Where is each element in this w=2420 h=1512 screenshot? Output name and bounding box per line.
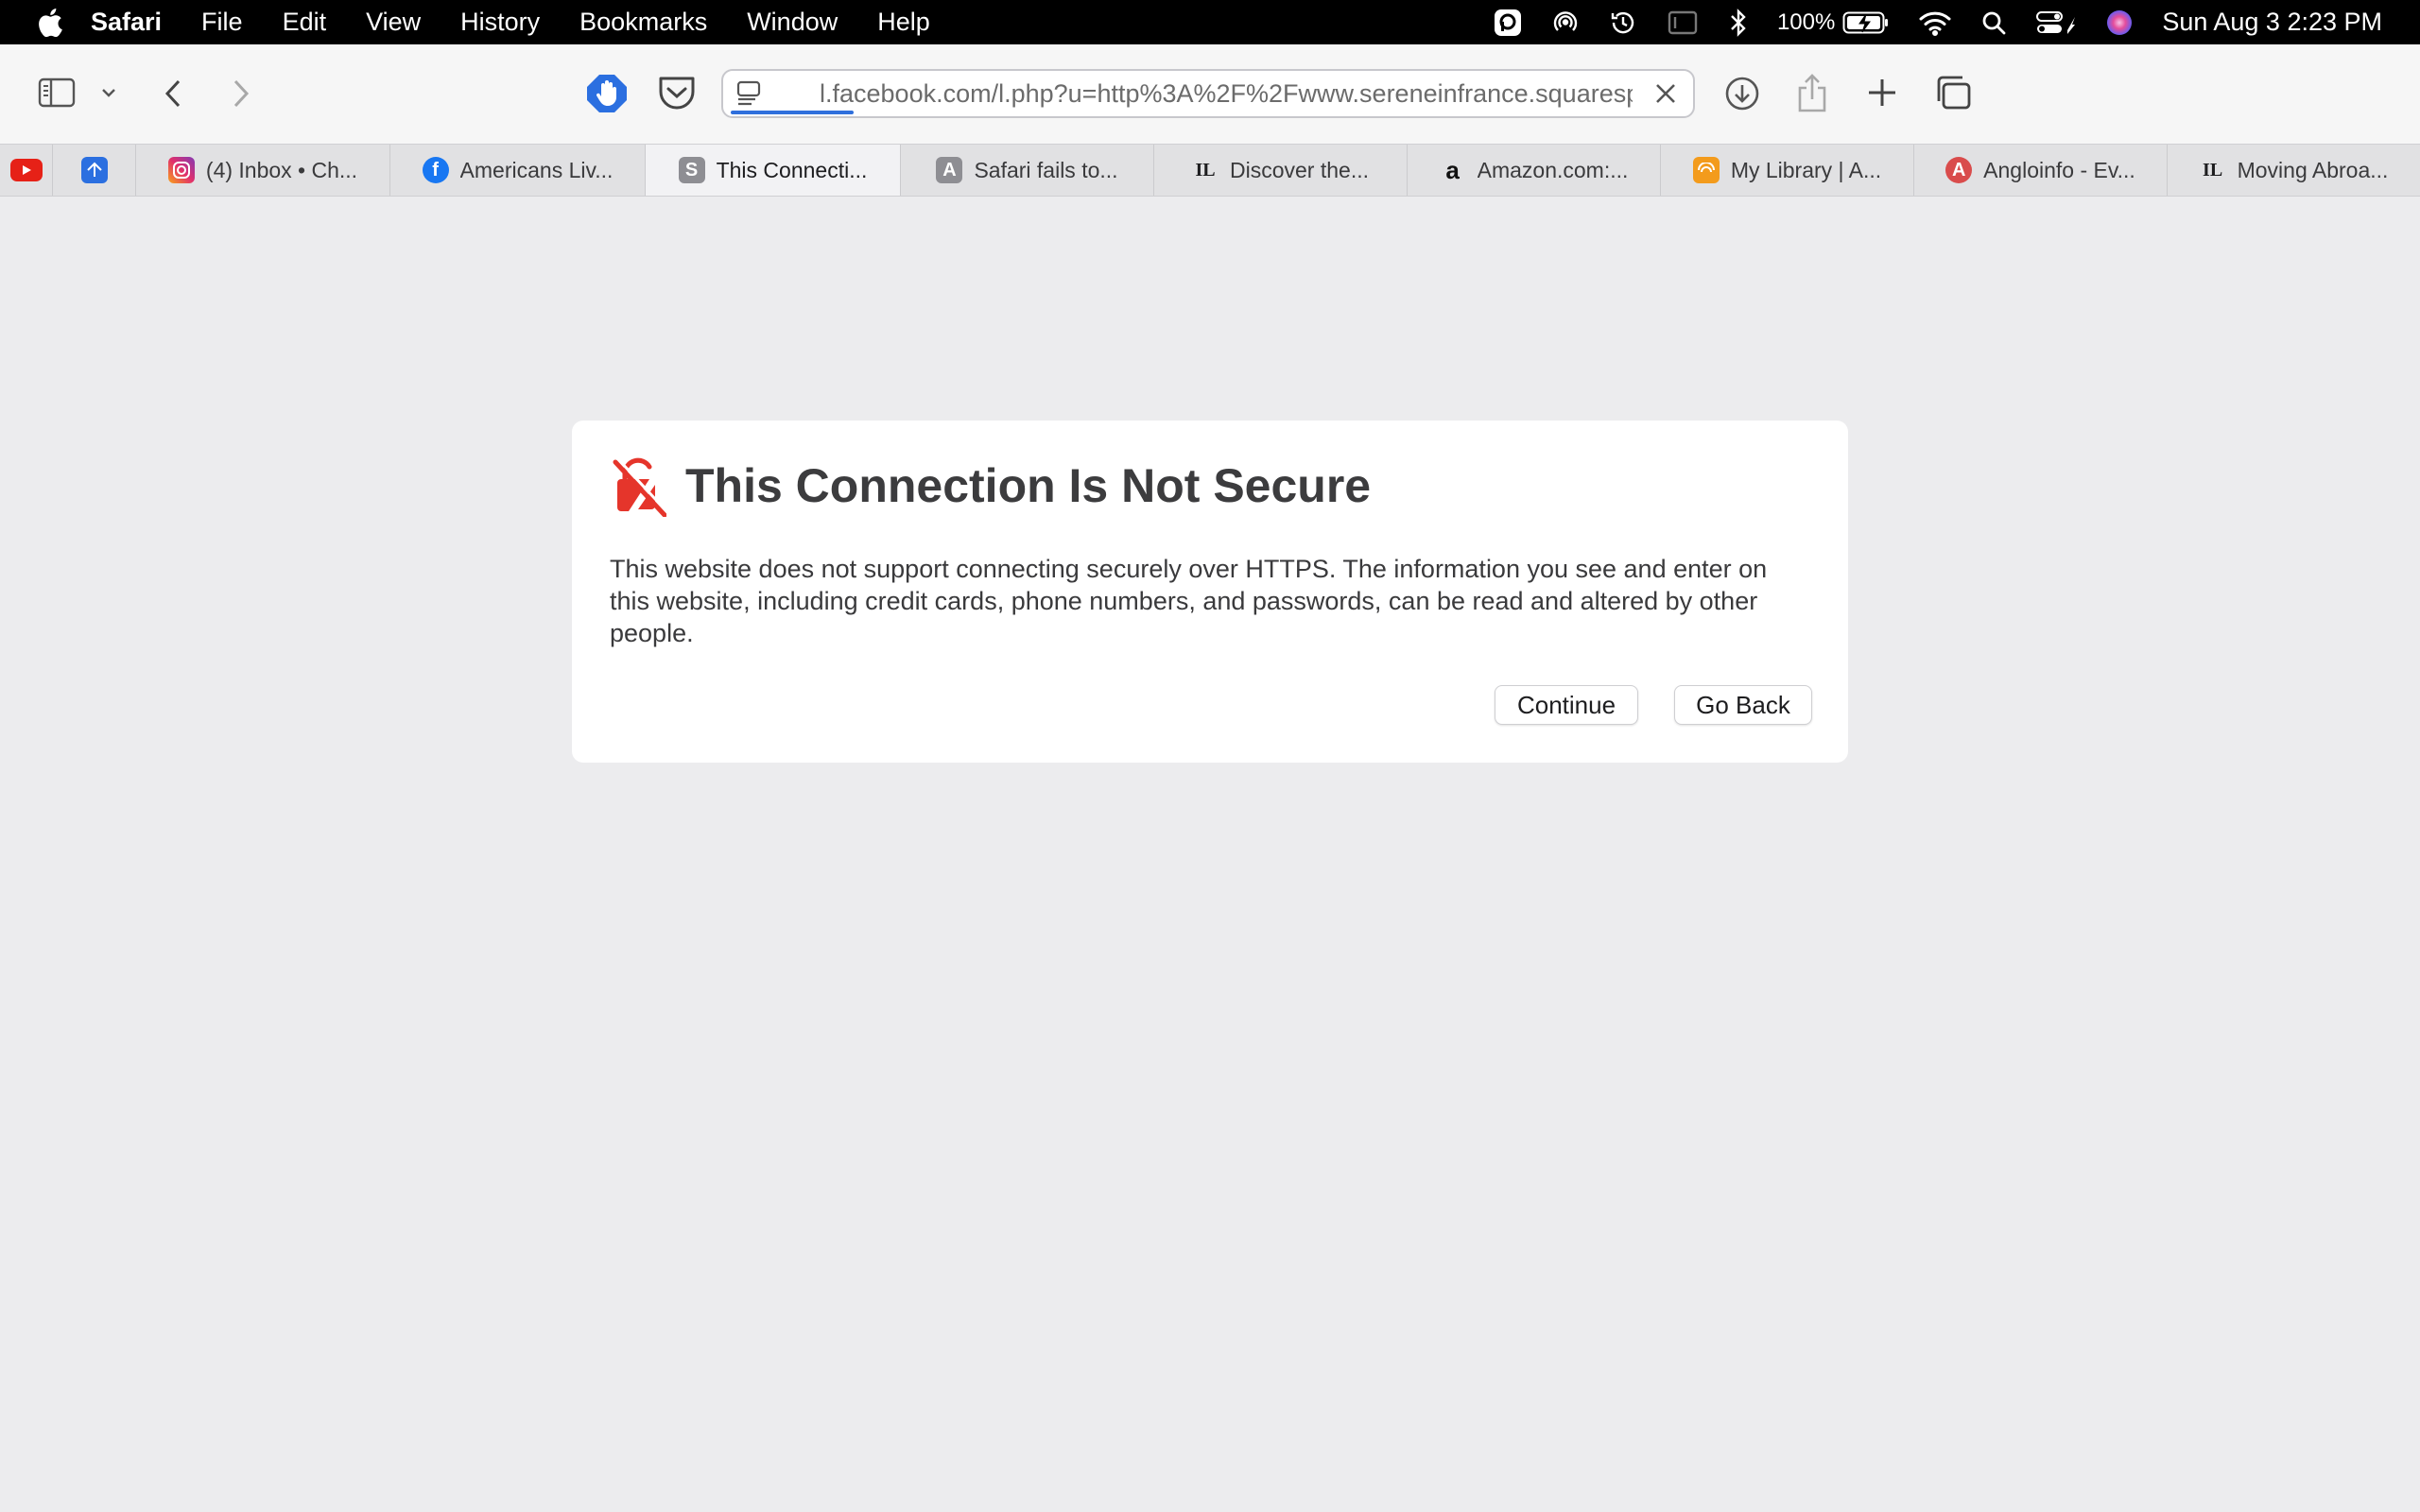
menu-app-safari[interactable]: Safari [91, 8, 162, 37]
adblock-hand-icon[interactable] [586, 74, 628, 113]
tab-angloinfo[interactable]: A Angloinfo - Ev... [1914, 145, 2168, 196]
menubar-clock[interactable]: Sun Aug 3 2:23 PM [2162, 8, 2382, 37]
tab-label: Amazon.com:... [1477, 157, 1629, 182]
menu-view[interactable]: View [366, 8, 421, 37]
tab-moving-abroad[interactable]: IL Moving Abroa... [2168, 145, 2420, 196]
bluetooth-icon[interactable] [1728, 8, 1749, 38]
siri-icon[interactable] [2105, 9, 2134, 37]
screen-mirroring-icon[interactable] [1666, 9, 1700, 36]
tab-discover[interactable]: IL Discover the... [1154, 145, 1408, 196]
tab-label: Moving Abroa... [2237, 157, 2389, 182]
pocket-icon[interactable] [657, 75, 697, 112]
tab-youtube[interactable] [0, 145, 53, 196]
menu-help[interactable]: Help [877, 8, 930, 37]
tab-label: (4) Inbox • Ch... [205, 157, 358, 182]
chevron-down-icon[interactable] [100, 86, 117, 99]
tab-label: My Library | A... [1730, 157, 1882, 182]
spotlight-search-icon[interactable] [1980, 9, 2007, 36]
browser-toolbar: l.facebook.com/l.php?u=http%3A%2F%2Fwww.… [0, 44, 2420, 144]
time-machine-icon[interactable] [1609, 9, 1637, 37]
tab-overview-icon[interactable] [1934, 75, 1972, 111]
app-icon [80, 157, 108, 183]
stop-loading-icon[interactable] [1654, 82, 1677, 105]
page-load-progress [731, 111, 854, 114]
tab-label: Angloinfo - Ev... [1983, 157, 2135, 182]
tab-label: This Connecti... [716, 157, 868, 182]
battery-percent: 100% [1776, 9, 1836, 35]
angloinfo-icon: A [1945, 157, 1973, 183]
menu-bar: Safari File Edit View History Bookmarks … [0, 0, 2420, 44]
tab-amazon[interactable]: a Amazon.com:... [1408, 145, 1661, 196]
menu-file[interactable]: File [201, 8, 243, 37]
url-text[interactable]: l.facebook.com/l.php?u=http%3A%2F%2Fwww.… [820, 71, 1633, 116]
tab-facebook[interactable]: f Americans Liv... [390, 145, 646, 196]
s-letter-icon: S [678, 157, 705, 183]
tab-audible-library[interactable]: My Library | A... [1661, 145, 1914, 196]
tab-label: Safari fails to... [974, 157, 1118, 182]
tab-label: Discover the... [1230, 157, 1369, 182]
page-menu-icon[interactable] [736, 80, 765, 107]
tab-pinned-app[interactable] [53, 145, 136, 196]
youtube-icon [9, 159, 43, 181]
downloads-icon[interactable] [1724, 76, 1760, 112]
il-icon: IL [1195, 159, 1216, 180]
a-letter-icon: A [936, 157, 963, 183]
wifi-icon[interactable] [1918, 9, 1952, 36]
tab-bar: (4) Inbox • Ch... f Americans Liv... S T… [0, 144, 2420, 197]
address-bar[interactable]: l.facebook.com/l.php?u=http%3A%2F%2Fwww.… [721, 69, 1695, 118]
page-content: This Connection Is Not Secure This websi… [0, 197, 2420, 1512]
warning-message: This website does not support connecting… [610, 555, 1768, 647]
apple-menu-icon[interactable] [38, 8, 62, 38]
menu-history[interactable]: History [460, 8, 540, 37]
instagram-icon [167, 157, 195, 183]
amazon-icon: a [1445, 155, 1460, 184]
menu-edit[interactable]: Edit [283, 8, 327, 37]
pocket-casts-icon[interactable] [1494, 9, 1522, 37]
il-icon: IL [2203, 159, 2223, 180]
broken-lock-icon [613, 457, 666, 517]
battery-icon[interactable] [1842, 10, 1890, 35]
status-area: 100% Sun Aug 3 2:23 PM [1494, 0, 2420, 44]
back-button[interactable] [161, 77, 187, 110]
airdrop-icon[interactable] [1550, 8, 1581, 38]
tab-active-connection[interactable]: S This Connecti... [646, 145, 901, 196]
menu-window[interactable]: Window [747, 8, 838, 37]
share-icon[interactable] [1796, 73, 1828, 112]
continue-button[interactable]: Continue [1495, 685, 1638, 725]
tab-instagram[interactable]: (4) Inbox • Ch... [136, 145, 390, 196]
audible-icon [1692, 157, 1720, 183]
sidebar-toggle-icon[interactable] [38, 77, 76, 108]
go-back-button[interactable]: Go Back [1674, 685, 1812, 725]
menu-bookmarks[interactable]: Bookmarks [579, 8, 707, 37]
new-tab-icon[interactable] [1866, 77, 1898, 109]
facebook-icon: f [422, 157, 449, 183]
warning-title: This Connection Is Not Secure [685, 459, 1372, 512]
insecure-connection-warning: This Connection Is Not Secure This websi… [572, 421, 1848, 763]
tab-label: Americans Liv... [459, 157, 614, 182]
tab-safari-fails[interactable]: A Safari fails to... [901, 145, 1154, 196]
control-center-icon[interactable] [2035, 9, 2077, 36]
forward-button[interactable] [227, 77, 253, 110]
